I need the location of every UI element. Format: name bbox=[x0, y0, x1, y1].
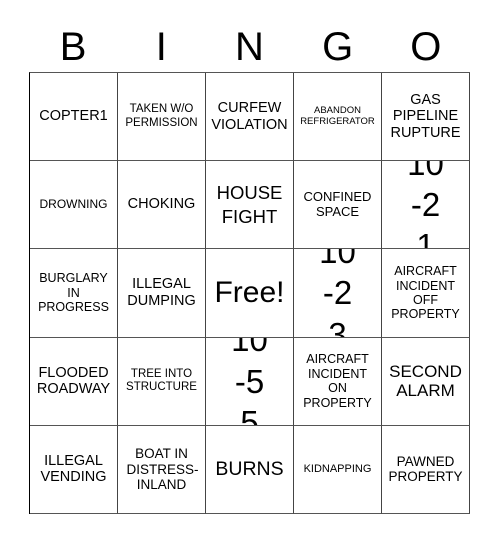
bingo-cell[interactable]: CHOKING bbox=[118, 161, 206, 250]
header-letter-g: G bbox=[322, 25, 354, 69]
bingo-cell[interactable]: BURNS bbox=[206, 425, 294, 514]
bingo-cell[interactable]: FLOODED ROADWAY bbox=[30, 337, 118, 426]
bingo-cell[interactable]: ABANDON REFRIGERATOR bbox=[294, 73, 382, 162]
cell-label: KIDNAPPING bbox=[303, 463, 372, 476]
cell-label: GAS PIPELINE RUPTURE bbox=[390, 91, 461, 141]
cell-label: BOAT IN DISTRESS-INLAND bbox=[126, 446, 199, 493]
free-space[interactable]: Free! bbox=[206, 249, 294, 338]
cell-label: FLOODED ROADWAY bbox=[36, 364, 111, 398]
cell-label: SECOND ALARM bbox=[389, 361, 462, 401]
bingo-cell[interactable]: COPTER1 bbox=[30, 73, 118, 162]
cell-label: DROWNING bbox=[39, 196, 108, 211]
cell-label: PAWNED PROPERTY bbox=[388, 453, 463, 485]
bingo-cell[interactable]: TREE INTO STRUCTURE bbox=[118, 337, 206, 426]
bingo-cell[interactable]: SECOND ALARM bbox=[382, 337, 470, 426]
bingo-cell[interactable]: ILLEGAL DUMPING bbox=[118, 249, 206, 338]
bingo-cell[interactable]: AIRCRAFT INCIDENT OFF PROPERTY bbox=[382, 249, 470, 338]
bingo-grid: COPTER1 TAKEN W/O PERMISSION CURFEW VIOL… bbox=[29, 72, 470, 514]
bingo-cell[interactable]: PAWNED PROPERTY bbox=[382, 425, 470, 514]
bingo-cell[interactable]: CONFINED SPACE bbox=[294, 161, 382, 250]
bingo-cell[interactable]: KIDNAPPING bbox=[294, 425, 382, 514]
bingo-cell[interactable]: CURFEW VIOLATION bbox=[206, 73, 294, 162]
cell-label: HOUSE FIGHT bbox=[216, 181, 283, 227]
cell-label: TREE INTO STRUCTURE bbox=[126, 367, 197, 394]
header-letter-b: B bbox=[59, 25, 87, 69]
header-letter-o: O bbox=[410, 25, 442, 69]
bingo-header: B I N G O bbox=[29, 22, 470, 72]
cell-label: AIRCRAFT INCIDENT OFF PROPERTY bbox=[391, 264, 460, 322]
bingo-cell[interactable]: 10-55 bbox=[206, 337, 294, 426]
header-letter-n: N bbox=[235, 25, 264, 69]
cell-label: BURGLARY IN PROGRESS bbox=[38, 271, 109, 315]
cell-label: TAKEN W/O PERMISSION bbox=[125, 103, 198, 129]
bingo-cell[interactable]: 10-23 bbox=[294, 249, 382, 338]
cell-label: 10-55 bbox=[231, 337, 268, 426]
bingo-cell[interactable]: ILLEGAL VENDING bbox=[30, 425, 118, 514]
bingo-cell[interactable]: GAS PIPELINE RUPTURE bbox=[382, 73, 470, 162]
bingo-cell[interactable]: 10-21 bbox=[382, 161, 470, 250]
cell-label: BURNS bbox=[215, 458, 284, 481]
cell-label: CURFEW VIOLATION bbox=[211, 99, 288, 133]
cell-label: ILLEGAL DUMPING bbox=[127, 276, 196, 309]
bingo-cell[interactable]: AIRCRAFT INCIDENT ON PROPERTY bbox=[294, 337, 382, 426]
bingo-cell[interactable]: DROWNING bbox=[30, 161, 118, 250]
cell-label: COPTER1 bbox=[39, 108, 108, 125]
cell-label: 10-23 bbox=[319, 249, 356, 338]
cell-label: CHOKING bbox=[127, 196, 196, 213]
cell-label: 10-21 bbox=[407, 161, 444, 250]
cell-label: AIRCRAFT INCIDENT ON PROPERTY bbox=[303, 352, 372, 410]
bingo-cell[interactable]: BOAT IN DISTRESS-INLAND bbox=[118, 425, 206, 514]
free-space-label: Free! bbox=[214, 275, 285, 309]
cell-label: ABANDON REFRIGERATOR bbox=[300, 104, 375, 127]
cell-label: CONFINED SPACE bbox=[303, 188, 372, 219]
bingo-cell[interactable]: HOUSE FIGHT bbox=[206, 161, 294, 250]
cell-label: ILLEGAL VENDING bbox=[40, 452, 107, 486]
header-letter-i: I bbox=[155, 25, 167, 69]
bingo-cell[interactable]: BURGLARY IN PROGRESS bbox=[30, 249, 118, 338]
bingo-cell[interactable]: TAKEN W/O PERMISSION bbox=[118, 73, 206, 162]
